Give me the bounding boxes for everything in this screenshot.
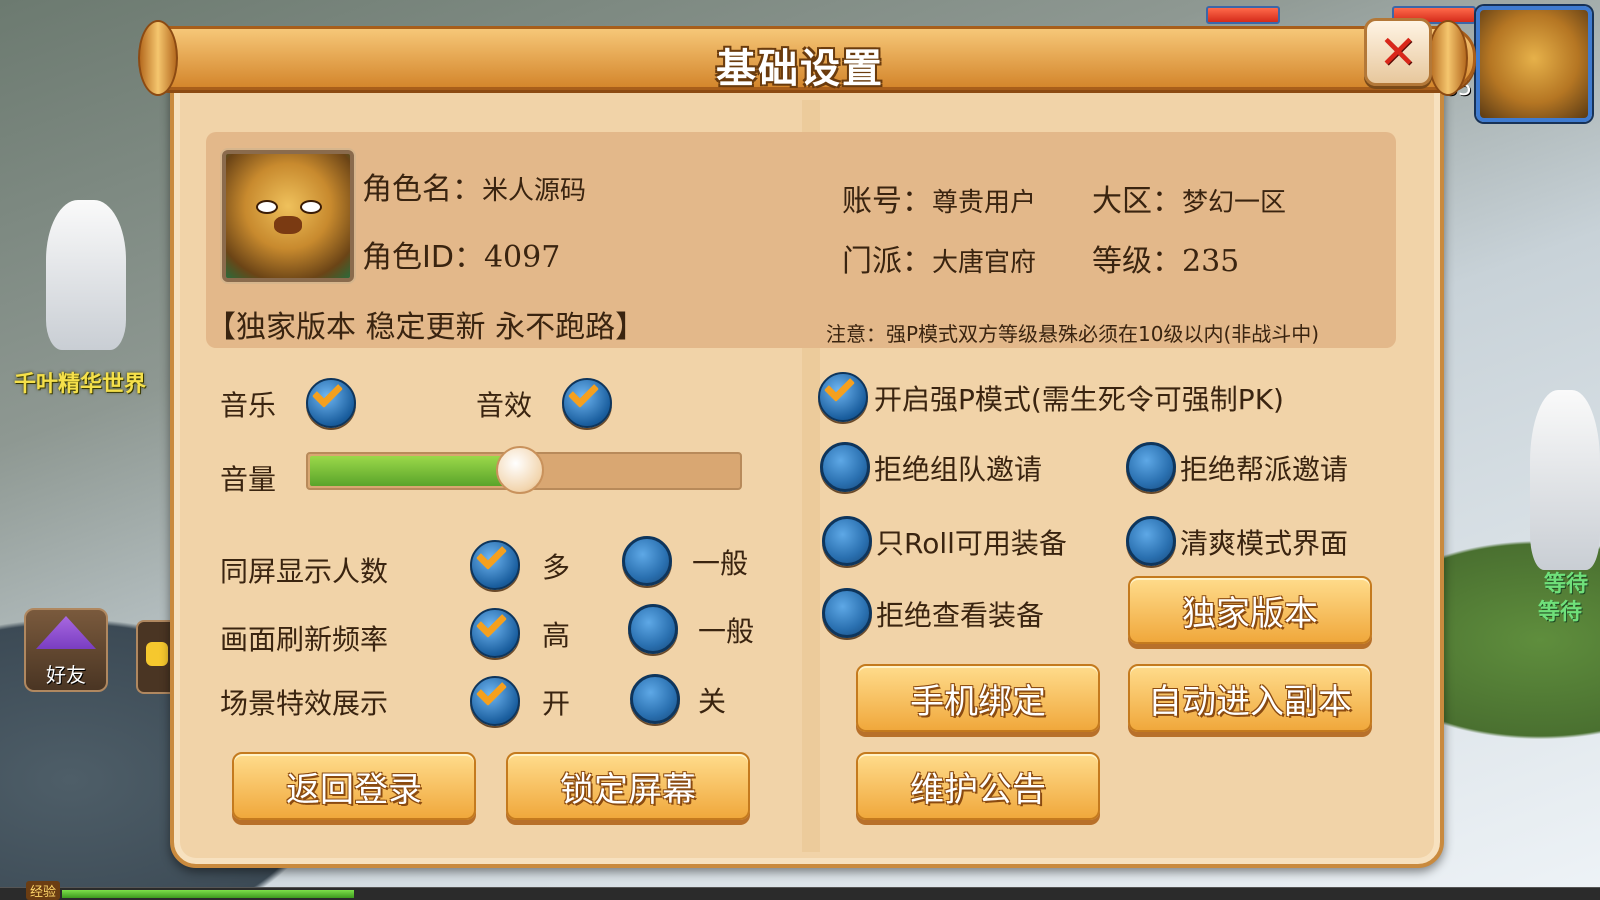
- slogan-text: 【独家版本 稳定更新 永不跑路】: [206, 310, 646, 345]
- avatar-eye-left: [256, 200, 278, 214]
- npc-figure-left: [46, 200, 126, 350]
- panel-title: 基础设置: [716, 46, 884, 92]
- character-id-label: 角色ID：: [362, 240, 484, 275]
- volume-slider-fill: [310, 456, 520, 486]
- maintenance-notice-button[interactable]: 维护公告: [856, 752, 1100, 820]
- refuse-team-radio[interactable]: [820, 442, 870, 492]
- character-name-value: 米人源码: [482, 176, 587, 206]
- sfx-checkbox[interactable]: [562, 376, 612, 428]
- refresh-normal-radio[interactable]: [628, 604, 678, 654]
- check-icon: [475, 674, 508, 707]
- character-avatar: [222, 150, 354, 282]
- pk-notice-text: 注意：强P模式双方等级悬殊必须在10级以内(非战斗中): [826, 322, 1320, 346]
- account-row: 账号：尊贵用户: [842, 176, 1036, 220]
- character-id-row: 角色ID：4097: [362, 232, 560, 276]
- school-row: 门派：大唐官府: [842, 236, 1036, 280]
- refuse-team-label: 拒绝组队邀请: [874, 453, 1043, 486]
- auto-dungeon-button[interactable]: 自动进入副本: [1128, 664, 1372, 732]
- friend-label: 好友: [46, 663, 86, 687]
- refuse-inspect-radio[interactable]: [822, 588, 872, 638]
- close-button[interactable]: ✕: [1364, 18, 1432, 86]
- refresh-high-radio[interactable]: [470, 606, 520, 658]
- check-icon: [567, 376, 600, 409]
- display-row-label: 同屏显示人数: [220, 555, 389, 588]
- chat-button[interactable]: [136, 620, 174, 694]
- check-icon: [475, 606, 508, 639]
- character-id-value: 4097: [483, 240, 561, 275]
- exp-bar: [0, 887, 1600, 900]
- roll-usable-label: 只Roll可用装备: [876, 527, 1067, 560]
- effects-off-label: 关: [698, 685, 727, 718]
- display-count-normal-radio[interactable]: [622, 536, 672, 586]
- back-to-login-button[interactable]: 返回登录: [232, 752, 476, 820]
- effects-off-radio[interactable]: [630, 674, 680, 724]
- chat-bubble-icon: [146, 642, 168, 666]
- player-title-text: 千叶精华世界: [14, 372, 147, 397]
- target-hp-bar: [1206, 6, 1280, 24]
- character-name-row: 角色名：米人源码: [362, 164, 586, 208]
- sfx-label: 音效: [476, 389, 533, 422]
- exp-label: 经验: [26, 881, 61, 900]
- volume-label: 音量: [220, 463, 277, 496]
- refresh-normal-label: 一般: [698, 615, 755, 648]
- exp-bar-fill: [62, 890, 354, 898]
- refuse-guild-radio[interactable]: [1126, 442, 1176, 492]
- music-checkbox[interactable]: [306, 376, 356, 428]
- close-icon: ✕: [1378, 25, 1418, 79]
- level-label: 等级：: [1092, 244, 1182, 279]
- bind-phone-button[interactable]: 手机绑定: [856, 664, 1100, 732]
- refresh-high-label: 高: [542, 619, 571, 652]
- clean-ui-label: 清爽模式界面: [1180, 527, 1349, 560]
- friend-button[interactable]: 好友: [24, 608, 108, 692]
- force-pk-label: 开启强P模式(需生死令可强制PK): [874, 383, 1284, 416]
- lock-screen-button[interactable]: 锁定屏幕: [506, 752, 750, 820]
- effects-on-radio[interactable]: [470, 674, 520, 726]
- display-count-normal-label: 一般: [692, 547, 749, 580]
- level-value: 235: [1182, 244, 1240, 279]
- clean-ui-radio[interactable]: [1126, 516, 1176, 566]
- region-label: 大区：: [1092, 184, 1182, 219]
- character-name-label: 角色名：: [362, 172, 482, 207]
- school-label: 门派：: [842, 244, 932, 279]
- check-icon: [311, 376, 344, 409]
- exclusive-version-button[interactable]: 独家版本: [1128, 576, 1372, 644]
- school-value: 大唐官府: [932, 248, 1037, 278]
- level-row: 等级：235: [1092, 236, 1239, 280]
- npc-figure-right: [1530, 390, 1600, 570]
- avatar-eye-right: [300, 200, 322, 214]
- region-value: 梦幻一区: [1182, 188, 1287, 218]
- account-label: 账号：: [842, 184, 932, 219]
- effects-on-label: 开: [542, 687, 571, 720]
- account-value: 尊贵用户: [932, 188, 1037, 218]
- refuse-guild-label: 拒绝帮派邀请: [1180, 453, 1349, 486]
- waiting-text-2: 等待: [1538, 600, 1583, 625]
- region-row: 大区：梦幻一区: [1092, 176, 1286, 220]
- check-icon: [475, 538, 508, 571]
- display-count-many-radio[interactable]: [470, 538, 520, 590]
- avatar-nose: [274, 216, 302, 234]
- roll-usable-radio[interactable]: [822, 516, 872, 566]
- volume-slider-knob[interactable]: [496, 446, 544, 494]
- wizard-hat-icon: [36, 616, 96, 649]
- force-pk-checkbox[interactable]: [818, 370, 868, 422]
- check-icon: [823, 370, 856, 403]
- display-count-many-label: 多: [542, 551, 571, 584]
- display-row-label: 画面刷新频率: [220, 623, 389, 656]
- display-row-label: 场景特效展示: [220, 687, 389, 720]
- music-label: 音乐: [220, 389, 277, 422]
- refuse-inspect-label: 拒绝查看装备: [876, 599, 1045, 632]
